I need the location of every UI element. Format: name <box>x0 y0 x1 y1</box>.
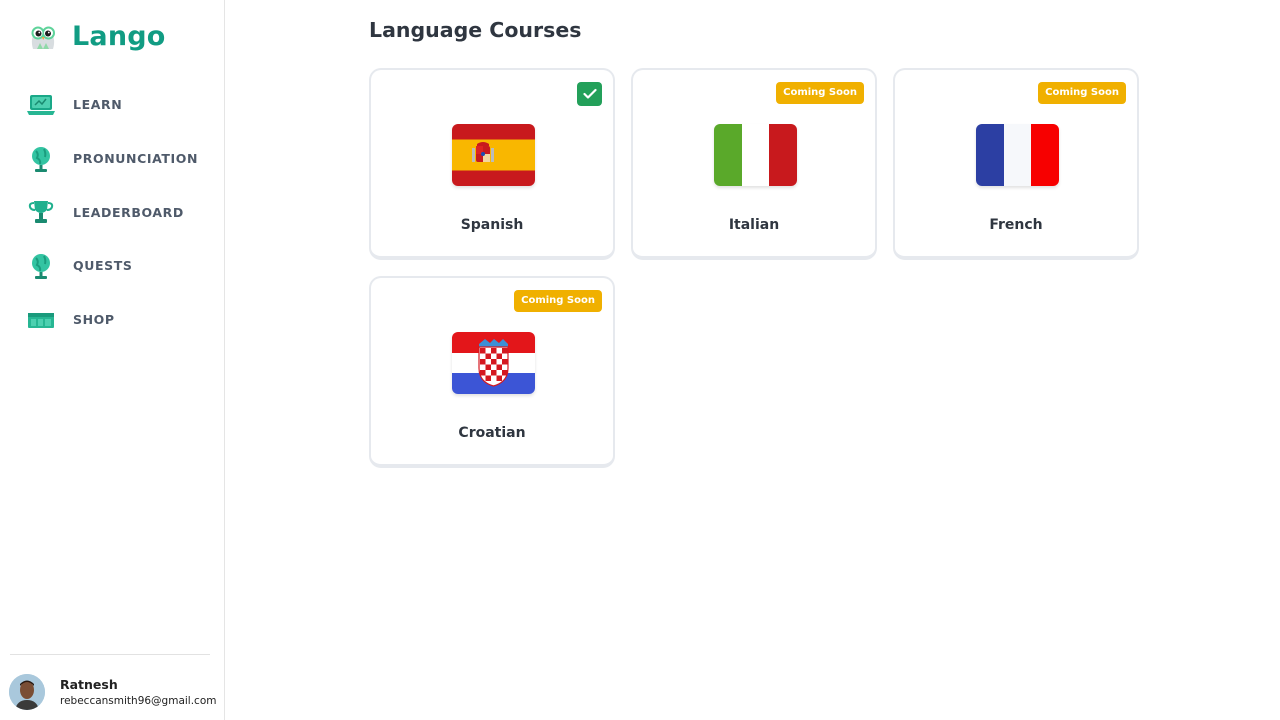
brand-name: Lango <box>72 20 166 52</box>
avatar <box>9 674 45 710</box>
course-name: Italian <box>728 217 780 233</box>
sidebar-item-label: LEARN <box>73 97 123 113</box>
sidebar-item-label: QUESTS <box>73 258 133 274</box>
check-icon <box>577 82 602 106</box>
coming-soon-badge: Coming Soon <box>776 82 864 104</box>
page-title: Language Courses <box>369 18 582 42</box>
sidebar-item-quests[interactable]: QUESTS <box>0 239 224 293</box>
sidebar-item-label: LEADERBOARD <box>73 204 184 220</box>
croatia-flag-icon <box>452 332 535 394</box>
globe-icon <box>27 252 55 280</box>
sidebar-item-label: PRONUNCIATION <box>73 151 199 167</box>
italy-flag-icon <box>714 124 797 186</box>
sidebar-item-label: SHOP <box>73 312 115 328</box>
divider <box>10 654 210 655</box>
brand[interactable]: Lango <box>26 18 166 54</box>
user-name: Ratnesh <box>60 677 118 692</box>
course-card-italian[interactable]: Coming Soon Italian <box>631 68 877 260</box>
globe-icon <box>27 145 55 173</box>
coming-soon-badge: Coming Soon <box>514 290 602 312</box>
shop-icon <box>27 306 55 334</box>
sidebar-item-shop[interactable]: SHOP <box>0 293 224 347</box>
owl-mascot-icon <box>26 19 60 53</box>
sidebar-item-leaderboard[interactable]: LEADERBOARD <box>0 185 224 239</box>
course-name: French <box>989 217 1043 233</box>
course-card-croatian[interactable]: Coming Soon Croatian <box>369 276 615 468</box>
france-flag-icon <box>976 124 1059 186</box>
course-name: Spanish <box>460 217 524 233</box>
laptop-icon <box>27 91 55 119</box>
sidebar-nav: LEARN PRONUNCIATION LEADERBOARD QUESTS S… <box>0 78 224 346</box>
user-profile[interactable]: Ratnesh rebeccansmith96@gmail.com <box>9 674 216 710</box>
sidebar-item-learn[interactable]: LEARN <box>0 78 224 132</box>
course-card-french[interactable]: Coming Soon French <box>893 68 1139 260</box>
user-email: rebeccansmith96@gmail.com <box>60 695 217 707</box>
user-info: Ratnesh rebeccansmith96@gmail.com <box>60 677 216 707</box>
course-card-spanish[interactable]: Spanish <box>369 68 615 260</box>
coming-soon-badge: Coming Soon <box>1038 82 1126 104</box>
course-name: Croatian <box>458 425 526 441</box>
sidebar: Lango LEARN PRONUNCIATION LEADERBOARD QU… <box>0 0 225 720</box>
spain-flag-icon <box>452 124 535 186</box>
trophy-icon <box>27 198 55 226</box>
sidebar-item-pronunciation[interactable]: PRONUNCIATION <box>0 132 224 186</box>
